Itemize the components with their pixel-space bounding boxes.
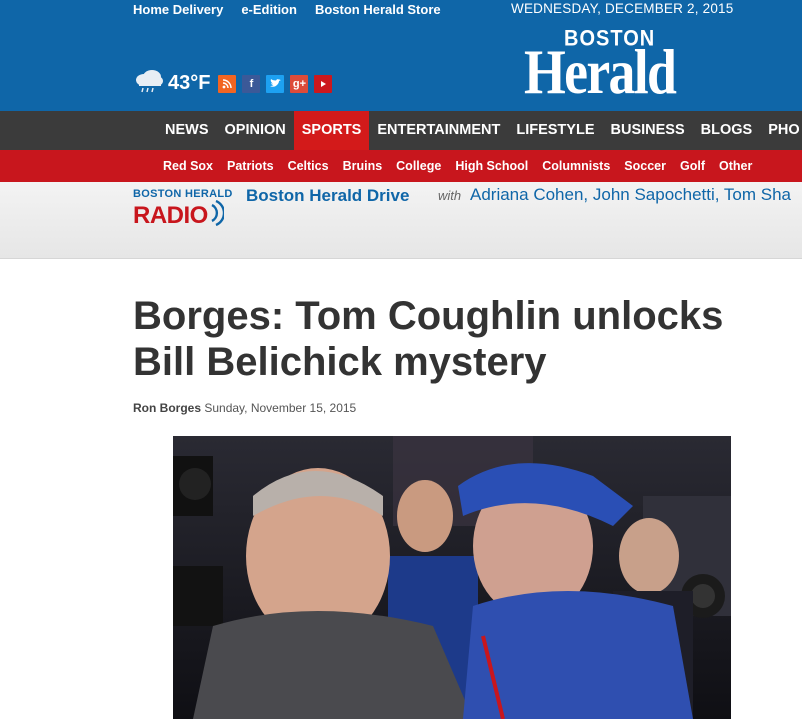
radio-logo-big: RADIO (133, 201, 208, 229)
youtube-icon[interactable] (314, 74, 333, 93)
radio-banner[interactable]: BOSTON HERALD RADIO Boston Herald Drive … (0, 182, 802, 259)
nav-photos[interactable]: PHO (760, 111, 802, 150)
cloud-rain-icon[interactable] (133, 68, 165, 99)
subnav-high-school[interactable]: High School (455, 150, 528, 182)
radio-logo-small: BOSTON HERALD (133, 188, 233, 200)
article-headline: Borges: Tom Coughlin unlocks Bill Belich… (133, 294, 724, 384)
home-delivery-link[interactable]: Home Delivery (133, 2, 223, 17)
article-photo[interactable] (173, 436, 731, 719)
radio-hosts: Adriana Cohen, John Sapochetti, Tom Sha (470, 185, 792, 204)
subnav-soccer[interactable]: Soccer (624, 150, 666, 182)
weather-widget: 43°F f g+ (133, 68, 333, 99)
subnav-columnists[interactable]: Columnists (542, 150, 610, 182)
radio-with-label: with (438, 188, 462, 203)
google-plus-icon[interactable]: g+ (290, 74, 309, 93)
top-links: Home Delivery e-Edition Boston Herald St… (133, 2, 441, 17)
nav-opinion[interactable]: OPINION (217, 111, 294, 150)
subnav-other[interactable]: Other (719, 150, 752, 182)
e-edition-link[interactable]: e-Edition (241, 2, 297, 17)
twitter-icon[interactable] (266, 74, 285, 93)
article-author[interactable]: Ron Borges (133, 401, 201, 415)
rss-icon[interactable] (218, 74, 237, 93)
nav-blogs[interactable]: BLOGS (693, 111, 761, 150)
current-date: WEDNESDAY, DECEMBER 2, 2015 (511, 1, 734, 16)
temperature[interactable]: 43°F (168, 72, 210, 95)
nav-entertainment[interactable]: ENTERTAINMENT (369, 111, 508, 150)
subnav-red-sox[interactable]: Red Sox (163, 150, 213, 182)
social-links: f g+ (218, 74, 333, 93)
subnav-celtics[interactable]: Celtics (288, 150, 329, 182)
subnav-bruins[interactable]: Bruins (343, 150, 383, 182)
radio-waves-icon (210, 199, 225, 231)
facebook-icon[interactable]: f (242, 74, 261, 93)
article-byline: Ron Borges Sunday, November 15, 2015 (133, 401, 356, 415)
nav-business[interactable]: BUSINESS (603, 111, 693, 150)
subnav-golf[interactable]: Golf (680, 150, 705, 182)
sports-subnav: Red Sox Patriots Celtics Bruins College … (0, 150, 802, 182)
main-nav: NEWS OPINION SPORTS ENTERTAINMENT LIFEST… (0, 111, 802, 150)
subnav-college[interactable]: College (396, 150, 441, 182)
nav-sports[interactable]: SPORTS (293, 111, 370, 150)
boston-herald-logo[interactable]: BOSTON Herald (524, 27, 714, 107)
radio-show-title[interactable]: Boston Herald Drive (246, 186, 409, 206)
nav-news[interactable]: NEWS (157, 111, 217, 150)
subnav-patriots[interactable]: Patriots (227, 150, 274, 182)
logo-herald-text: Herald (524, 36, 677, 107)
article-date: Sunday, November 15, 2015 (204, 401, 357, 415)
site-header: Home Delivery e-Edition Boston Herald St… (0, 0, 802, 111)
herald-radio-logo[interactable]: BOSTON HERALD RADIO (133, 188, 233, 231)
nav-lifestyle[interactable]: LIFESTYLE (508, 111, 602, 150)
herald-store-link[interactable]: Boston Herald Store (315, 2, 441, 17)
